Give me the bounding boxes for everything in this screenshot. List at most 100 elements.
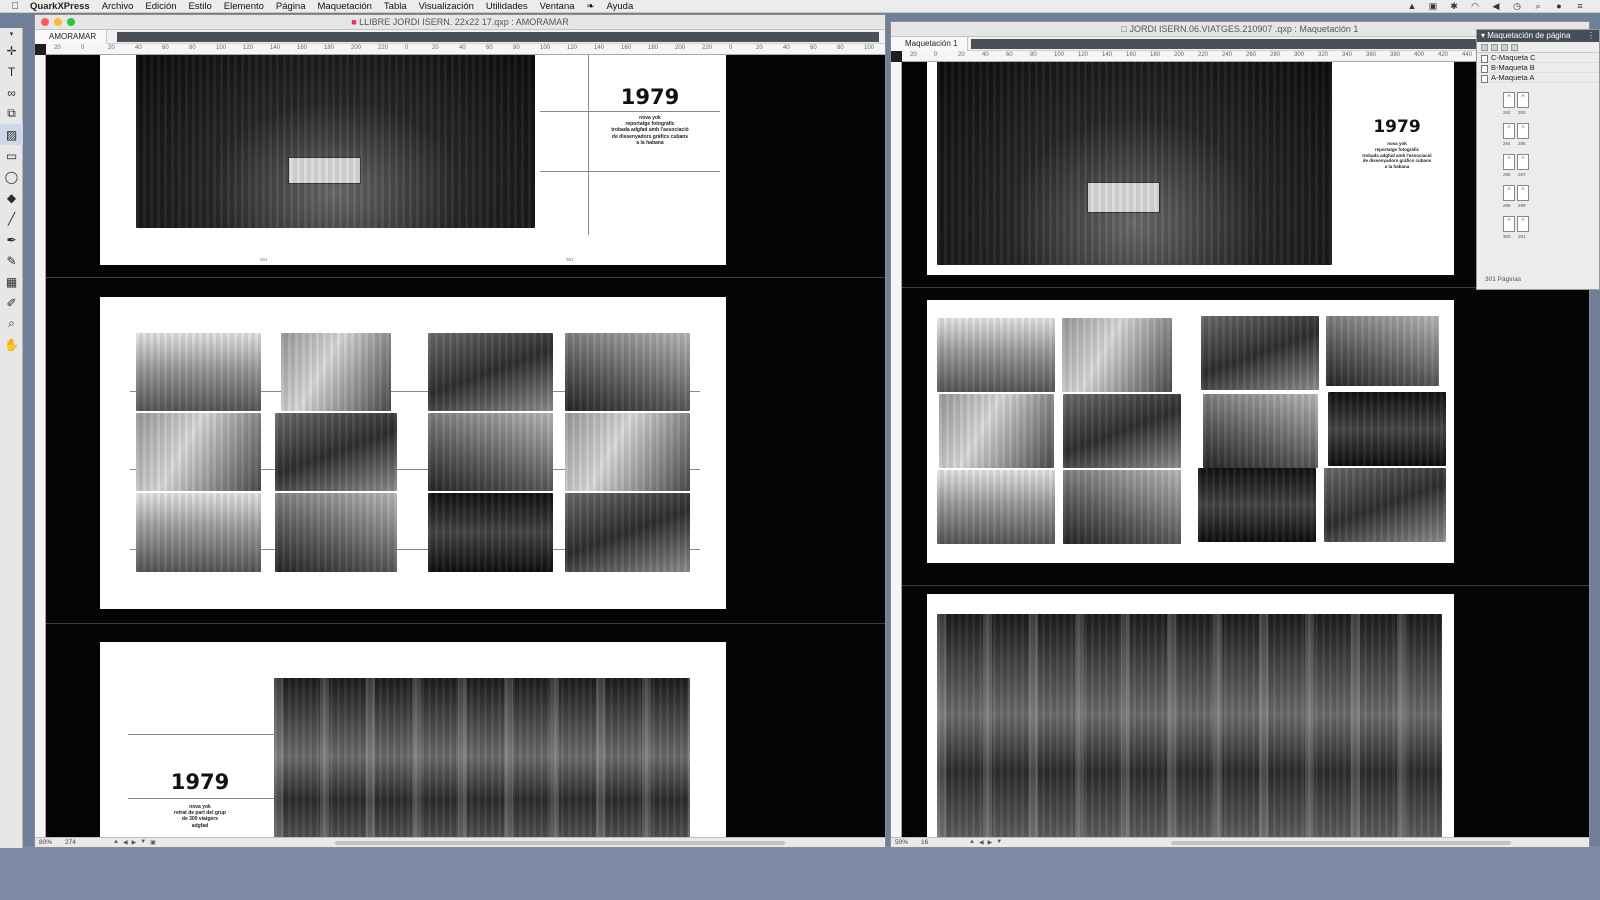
spread-page-2[interactable] <box>100 297 726 609</box>
photo-crowd-table[interactable] <box>1203 394 1318 468</box>
group-photo[interactable] <box>274 678 690 839</box>
photo-skyline[interactable] <box>937 318 1055 392</box>
photo-street[interactable] <box>1063 394 1181 468</box>
spread-page-3[interactable] <box>927 594 1454 839</box>
menu-elemento[interactable]: Elemento <box>224 1 264 12</box>
last-page-icon[interactable]: ▼ <box>140 839 146 846</box>
photo-night-portrait[interactable] <box>1328 392 1446 466</box>
window-titlebar[interactable]: ■ LLIBRE JORDI ISERN. 22x22 17.qxp : AMO… <box>35 15 885 30</box>
page-number-field[interactable]: 16 <box>921 839 928 846</box>
upload-icon[interactable]: ▲ <box>1406 1 1418 12</box>
page-thumbnail[interactable]: A <box>1517 216 1529 232</box>
spread-page-2[interactable] <box>927 300 1454 563</box>
photo-street[interactable] <box>275 413 397 491</box>
duplicate-page-icon[interactable] <box>1501 44 1508 51</box>
page-thumbnail[interactable]: A <box>1503 123 1515 139</box>
menu-ventana[interactable]: Ventana <box>540 1 575 12</box>
app-menu[interactable]: QuarkXPress <box>30 1 90 12</box>
page-number-field[interactable]: 274 <box>65 839 76 846</box>
delete-page-icon[interactable] <box>1511 44 1518 51</box>
list-icon[interactable]: ≡ <box>1574 1 1586 12</box>
new-facing-page-icon[interactable] <box>1491 44 1498 51</box>
move-tool-icon[interactable]: ✛ <box>0 40 23 61</box>
menu-estilo[interactable]: Estilo <box>189 1 212 12</box>
pen-tool-icon[interactable]: ✒ <box>0 229 23 250</box>
eyedropper-tool-icon[interactable]: ✐ <box>0 292 23 313</box>
spread-page-1[interactable]: 1979 nova yok reportatge fotogràfic trob… <box>100 55 726 265</box>
prev-page-icon[interactable]: ◀ <box>123 839 128 846</box>
minimize-window-button[interactable] <box>54 18 62 26</box>
page-thumbnail[interactable]: A <box>1503 92 1515 108</box>
diamond-tool-icon[interactable]: ◆ <box>0 187 23 208</box>
group-photo[interactable] <box>937 614 1442 839</box>
spread-page-3[interactable]: 1979 nova yok retrat de part del grup de… <box>100 642 726 839</box>
clock-icon[interactable]: ◷ <box>1511 1 1523 12</box>
rectangle-tool-icon[interactable]: ▭ <box>0 145 23 166</box>
vertical-ruler[interactable] <box>35 55 46 839</box>
master-page-item[interactable]: B-Maqueta B <box>1477 63 1599 73</box>
car-photo[interactable] <box>937 62 1332 265</box>
display-icon[interactable]: ▣ <box>1427 1 1439 12</box>
photo-subway-seat[interactable] <box>1324 468 1446 542</box>
pencil-tool-icon[interactable]: ✎ <box>0 250 23 271</box>
zoom-tool-icon[interactable]: ⌕ <box>0 313 23 334</box>
first-page-icon[interactable]: ▲ <box>969 839 975 846</box>
photo-exhibition[interactable] <box>136 413 261 491</box>
photo-building-door[interactable] <box>937 470 1055 544</box>
tab-amoramar[interactable]: AMORAMAR <box>35 30 108 44</box>
photo-school-facade[interactable] <box>1062 318 1172 392</box>
next-page-icon[interactable]: ▶ <box>132 839 137 846</box>
menu-maquetacion[interactable]: Maquetación <box>318 1 372 12</box>
picture-tool-icon[interactable]: ▨ <box>0 124 23 145</box>
oval-tool-icon[interactable]: ◯ <box>0 166 23 187</box>
layers-tool-icon[interactable]: ⧉ <box>0 103 23 124</box>
page-thumbnail[interactable]: A <box>1517 123 1529 139</box>
zoom-field[interactable]: 80% <box>39 839 52 846</box>
spread-page-1[interactable]: 1979 nova yok reportatge fotogràfic trob… <box>927 62 1454 275</box>
palette-header[interactable]: ▾ Maquetación de página ⋮ <box>1477 30 1599 42</box>
page-thumbnail[interactable]: A <box>1503 185 1515 201</box>
view-icon[interactable]: ▣ <box>150 839 156 846</box>
apple-icon[interactable]:  <box>0 1 30 12</box>
photo-skyline[interactable] <box>136 333 261 411</box>
volume-icon[interactable]: ◀ <box>1490 1 1502 12</box>
photo-men-table[interactable] <box>565 333 690 411</box>
page-thumbnail[interactable]: A <box>1517 185 1529 201</box>
photo-group-indoor[interactable] <box>1201 316 1319 390</box>
photo-men-table[interactable] <box>1326 316 1439 386</box>
page-thumbnail[interactable]: A <box>1517 154 1529 170</box>
close-window-button[interactable] <box>41 18 49 26</box>
zoom-window-button[interactable] <box>67 18 75 26</box>
text-tool-icon[interactable]: T <box>0 61 23 82</box>
menu-visualizacion[interactable]: Visualización <box>419 1 474 12</box>
photo-group-indoor[interactable] <box>428 333 553 411</box>
page-thumbnail[interactable]: A <box>1503 154 1515 170</box>
menu-ayuda[interactable]: Ayuda <box>606 1 633 12</box>
search-icon[interactable]: ⌕ <box>1532 1 1544 12</box>
palette-menu-icon[interactable]: ⋮ <box>1587 30 1595 42</box>
prev-page-icon[interactable]: ◀ <box>979 839 984 846</box>
photo-towers[interactable] <box>428 493 553 572</box>
horizontal-ruler[interactable]: 20 0 20 40 60 80 100 120 140 160 180 200 220 0 20 40 60 8… <box>46 44 885 55</box>
horizontal-scrollbar[interactable] <box>1171 841 1511 845</box>
palette-collapse-icon[interactable]: ▾ <box>0 28 23 40</box>
vertical-ruler[interactable] <box>891 62 902 839</box>
photo-towers[interactable] <box>1198 468 1316 542</box>
photo-building-door[interactable] <box>136 493 261 572</box>
photo-subway-group[interactable] <box>1063 470 1181 544</box>
photo-crowd-table[interactable] <box>428 413 553 491</box>
pasteboard[interactable]: 1979 nova yok reportatge fotogràfic trob… <box>46 55 885 839</box>
script-icon[interactable]: ❧ <box>587 1 595 12</box>
menu-pagina[interactable]: Página <box>276 1 306 12</box>
hand-tool-icon[interactable]: ✋ <box>0 334 23 355</box>
table-tool-icon[interactable]: ▦ <box>0 271 23 292</box>
tab-maquetacion-1[interactable]: Maquetación 1 <box>891 37 969 51</box>
user-icon[interactable]: ● <box>1553 1 1565 12</box>
menu-edicion[interactable]: Edición <box>145 1 176 12</box>
next-page-icon[interactable]: ▶ <box>988 839 993 846</box>
car-photo[interactable] <box>136 55 535 228</box>
last-page-icon[interactable]: ▼ <box>996 839 1002 846</box>
line-tool-icon[interactable]: ╱ <box>0 208 23 229</box>
menu-tabla[interactable]: Tabla <box>384 1 407 12</box>
wifi-icon[interactable]: ◠ <box>1469 1 1481 12</box>
